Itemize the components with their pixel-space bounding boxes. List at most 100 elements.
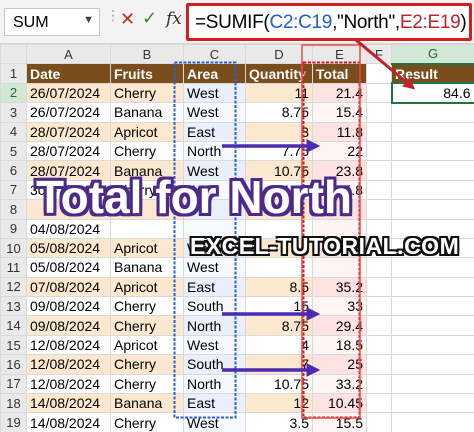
cell-fruit[interactable]: Apricot [110,237,184,259]
select-all-corner[interactable] [0,43,27,65]
cell-quantity[interactable]: 7 [245,354,313,375]
cell-fruit[interactable]: Banana [110,393,184,414]
row-header[interactable]: 7 [0,179,27,201]
cell-total[interactable]: 33.2 [312,373,367,395]
row-header[interactable]: 16 [0,354,27,375]
cell-quantity[interactable]: 8.5 [245,276,313,298]
row-header[interactable]: 18 [0,393,27,414]
cell-total[interactable] [312,257,367,278]
cell-area[interactable]: West [183,334,246,356]
cell-total[interactable]: 22 [312,140,367,162]
cell-area[interactable]: West [183,257,246,278]
cell-quantity[interactable]: 4 [245,334,313,356]
row-header[interactable]: 17 [0,373,27,395]
cell-quantity[interactable]: 7.75 [245,140,313,162]
column-header-g[interactable]: G [391,43,474,65]
cell-g[interactable] [391,412,474,432]
column-header-f[interactable]: F [366,43,392,65]
cell-quantity[interactable]: 3.5 [245,412,313,432]
cell-fruit[interactable]: Cherry [110,412,184,432]
chevron-down-icon[interactable]: ▼ [83,14,94,26]
cell-f[interactable] [366,393,392,414]
cell-g[interactable] [391,199,474,220]
cell-total[interactable]: 15.5 [312,412,367,432]
row-header[interactable]: 6 [0,160,27,181]
cell-date[interactable]: 14/08/2024 [26,393,111,414]
cell-g[interactable] [391,160,474,181]
header-area[interactable]: Area [183,63,246,84]
cell-total[interactable]: 21.4 [312,82,367,104]
cell-quantity[interactable]: 10.75 [245,373,313,395]
cell-date[interactable]: 07/08/2024 [26,276,111,298]
cancel-icon[interactable]: ✕ [120,9,135,30]
cell-f[interactable] [366,160,392,181]
column-header-c[interactable]: C [183,43,246,65]
cell-quantity[interactable]: 11 [245,82,313,104]
cell-fruit[interactable]: Apricot [110,121,184,142]
cell-g[interactable] [391,393,474,414]
cell-fruit[interactable]: Banana [110,257,184,278]
cell-f[interactable] [366,354,392,375]
cell-total[interactable]: 35.2 [312,276,367,298]
cell-total[interactable]: 33 [312,296,367,317]
name-box[interactable]: SUM ▼ [4,8,100,36]
insert-function-icon[interactable]: fx [166,9,182,29]
cell-f[interactable] [366,412,392,432]
cell-g[interactable] [391,315,474,336]
cell-area[interactable]: North [183,373,246,395]
cell-f[interactable] [366,140,392,162]
cell-f[interactable] [366,121,392,142]
cell-f[interactable] [366,102,392,123]
cell-fruit[interactable]: Cherry [110,82,184,104]
cell-fruit[interactable]: Cherry [110,354,184,375]
cell-quantity[interactable]: 3 [245,121,313,142]
cell-f[interactable] [366,296,392,317]
cell-date[interactable]: 09/08/2024 [26,315,111,336]
cell-fruit[interactable]: Apricot [110,276,184,298]
cell-f[interactable] [366,179,392,201]
column-header-d[interactable]: D [245,43,313,65]
cell-area[interactable]: East [183,393,246,414]
cell-total[interactable]: 25 [312,354,367,375]
cell-date[interactable]: 12/08/2024 [26,334,111,356]
cell-date[interactable]: 28/07/2024 [26,140,111,162]
cell-fruit[interactable]: Cherry [110,373,184,395]
cell-f[interactable] [366,334,392,356]
cell-quantity[interactable] [245,257,313,278]
cell-fruit[interactable]: Banana [110,102,184,123]
cell-g[interactable] [391,354,474,375]
row-header[interactable]: 5 [0,140,27,162]
cell-f[interactable] [366,276,392,298]
cell-area[interactable]: North [183,315,246,336]
cell-g[interactable] [391,121,474,142]
cell-g[interactable] [391,140,474,162]
header-quantity[interactable]: Quantity [245,63,313,84]
cell-g[interactable] [391,373,474,395]
header-total[interactable]: Total [312,63,367,84]
column-header-b[interactable]: B [110,43,184,65]
cell-date[interactable]: 05/08/2024 [26,237,111,259]
row-header[interactable]: 8 [0,199,27,220]
cell-total[interactable]: 29.4 [312,315,367,336]
cell-total[interactable]: 10.45 [312,393,367,414]
cell-total[interactable]: 15.4 [312,102,367,123]
cell-area[interactable]: West [183,82,246,104]
row-header[interactable]: 13 [0,296,27,317]
cell-fruit[interactable]: Cherry [110,140,184,162]
result-cell[interactable]: 84.6 [390,82,474,104]
cell-quantity[interactable]: 15 [245,296,313,317]
cell-date[interactable]: 12/08/2024 [26,373,111,395]
row-header[interactable]: 15 [0,334,27,356]
cell-g[interactable] [391,179,474,201]
row-header[interactable]: 11 [0,257,27,278]
formula-input[interactable]: =SUMIF(C2:C19,"North",E2:E19) [186,3,472,41]
cell-fruit[interactable]: Cherry [110,315,184,336]
header-date[interactable]: Date [26,63,111,84]
cell-g[interactable] [391,276,474,298]
row-header[interactable]: 14 [0,315,27,336]
cell-g[interactable] [391,102,474,123]
cell-quantity[interactable]: 12 [245,393,313,414]
header-result[interactable]: Result [391,63,474,84]
row-header[interactable]: 3 [0,102,27,123]
cell-area[interactable]: East [183,276,246,298]
